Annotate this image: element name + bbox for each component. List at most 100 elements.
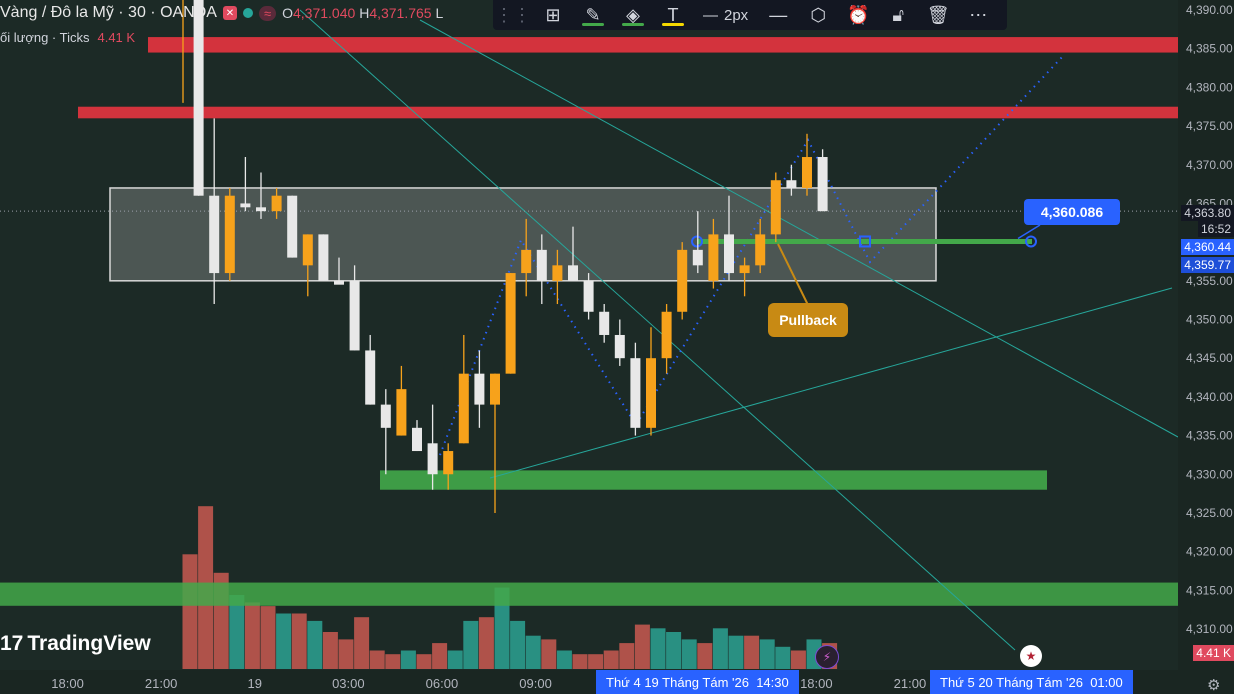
- alert-icon[interactable]: ⏰: [838, 0, 878, 30]
- candle-body: [646, 358, 656, 428]
- volume-bar: [666, 632, 682, 669]
- price-tick-label: 4,325.00: [1186, 506, 1233, 520]
- volume-bar: [416, 654, 432, 669]
- candle-body: [318, 234, 329, 281]
- volume-bar: [619, 643, 635, 669]
- candle-body: [458, 373, 469, 444]
- drag-handle-icon[interactable]: ⋮⋮: [493, 0, 533, 30]
- line-width-label: 2px: [724, 6, 749, 24]
- candle-body: [724, 234, 734, 274]
- time-tick-label: 03:00: [332, 676, 365, 691]
- volume-bar: [697, 643, 713, 669]
- volume-bar: [432, 643, 448, 669]
- price-tick-label: 4,310.00: [1186, 622, 1233, 636]
- symbol-title[interactable]: Vàng / Đô la Mỹ · 30 · OANDA: [0, 4, 217, 22]
- price-tick-label: 4,320.00: [1186, 545, 1233, 559]
- price-tick-label: 4,330.00: [1186, 467, 1233, 481]
- ohlc-readout: O4,371.040 H4,371.765 L: [282, 5, 443, 21]
- time-tick-label: 06:00: [426, 676, 459, 691]
- price-tick-label: 4,340.00: [1186, 390, 1233, 404]
- high-label: H: [359, 5, 370, 21]
- volume-label: ối lượng · Ticks: [0, 30, 90, 45]
- volume-bar: [728, 635, 744, 669]
- time-tick-label: 18:00: [800, 676, 833, 691]
- time-tick-label: 19: [248, 676, 262, 691]
- volume-bar: [541, 639, 557, 669]
- price-tick-label: 4,350.00: [1186, 313, 1233, 327]
- target-price-label[interactable]: 4,360.086: [1024, 199, 1120, 225]
- flash-icon[interactable]: ⚡︎: [815, 645, 839, 669]
- volume-bar: [276, 613, 292, 669]
- fill-icon[interactable]: ◈: [613, 0, 653, 30]
- volume-bar: [634, 624, 650, 669]
- candle-body: [614, 334, 625, 359]
- volume-bar: [307, 620, 323, 669]
- us-flag-icon[interactable]: ★: [1020, 645, 1042, 667]
- close-icon[interactable]: ✕: [222, 6, 237, 20]
- volume-bar: [759, 639, 775, 669]
- volume-bar: [338, 639, 354, 669]
- price-tick-label: 4,380.00: [1186, 80, 1233, 94]
- volume-bar: [322, 632, 338, 669]
- candle-body: [349, 280, 360, 351]
- price-tick-label: 4,335.00: [1186, 429, 1233, 443]
- time-tick-label: 18:00: [51, 676, 84, 691]
- candle-body: [552, 265, 563, 281]
- candle-body: [692, 249, 703, 266]
- lock-icon[interactable]: 🔓︎: [878, 0, 918, 30]
- candle-body: [256, 207, 266, 212]
- tv-mark-icon: 17: [0, 632, 24, 655]
- price-tick-label: 4,370.00: [1186, 158, 1233, 172]
- candle-body: [474, 373, 485, 405]
- candle-body: [396, 389, 407, 436]
- price-chart[interactable]: 4,390.00 4,385.00 4,380.00 4,375.00 4,370.00…: [0, 0, 1234, 694]
- volume-bar: [291, 613, 307, 669]
- pencil-icon[interactable]: ✎: [573, 0, 613, 30]
- end-date-box: Thứ 5 20 Tháng Tám '26 01:00: [930, 670, 1133, 694]
- candle-body: [739, 265, 750, 274]
- trash-icon[interactable]: 🗑︎: [918, 0, 958, 30]
- countdown-tag: 16:52: [1197, 221, 1234, 237]
- time-tick-label: 09:00: [519, 676, 552, 691]
- more-icon[interactable]: ⋯: [958, 0, 998, 30]
- level-b-tag: 4,359.77: [1181, 257, 1234, 273]
- volume-bar: [681, 639, 697, 669]
- resistance-zone-upper: [148, 37, 1178, 53]
- support-zone-lower: [380, 470, 1047, 490]
- crosshair-date: Thứ 4 19 Tháng Tám '26: [606, 674, 749, 690]
- volume-bar: [354, 617, 370, 669]
- wave-icon[interactable]: ≈: [258, 5, 277, 21]
- end-time: 01:00: [1090, 674, 1123, 690]
- volume-bar: [478, 617, 494, 669]
- volume-bar: [400, 650, 416, 669]
- high-value: 4,371.765: [369, 5, 432, 21]
- line-width-button[interactable]: — 2px: [693, 7, 758, 24]
- candle-body: [380, 404, 391, 428]
- volume-bar: [182, 554, 198, 669]
- market-open-icon: [242, 8, 253, 18]
- settings-icon[interactable]: ⬡: [798, 0, 838, 30]
- logo-text: TradingView: [27, 632, 151, 655]
- volume-bar: [588, 654, 604, 669]
- level-a-tag: 4,360.44: [1181, 239, 1234, 255]
- tradingview-logo[interactable]: 17 TradingView: [0, 632, 151, 656]
- line-style-icon[interactable]: —: [758, 0, 798, 30]
- volume-bar: [525, 635, 541, 669]
- candle-body: [708, 234, 719, 281]
- pullback-callout[interactable]: Pullback: [768, 303, 848, 337]
- candle-body: [599, 311, 610, 335]
- volume-bar: [385, 654, 401, 669]
- candle-body: [802, 157, 812, 188]
- price-tick-label: 4,345.00: [1186, 351, 1233, 365]
- text-color-icon[interactable]: T: [653, 0, 693, 30]
- candle-body: [661, 311, 672, 359]
- chart-header: Vàng / Đô la Mỹ · 30 · OANDA ✕ ≈ O4,371.…: [0, 0, 443, 26]
- candle-body: [755, 234, 766, 266]
- candle-body: [271, 195, 282, 212]
- candle-body: [412, 427, 422, 452]
- gear-icon[interactable]: ⚙: [1207, 676, 1220, 694]
- candle-body: [786, 180, 797, 188]
- templates-icon[interactable]: ⊞: [533, 0, 573, 30]
- candle-body: [817, 157, 828, 212]
- volume-bar: [650, 628, 666, 669]
